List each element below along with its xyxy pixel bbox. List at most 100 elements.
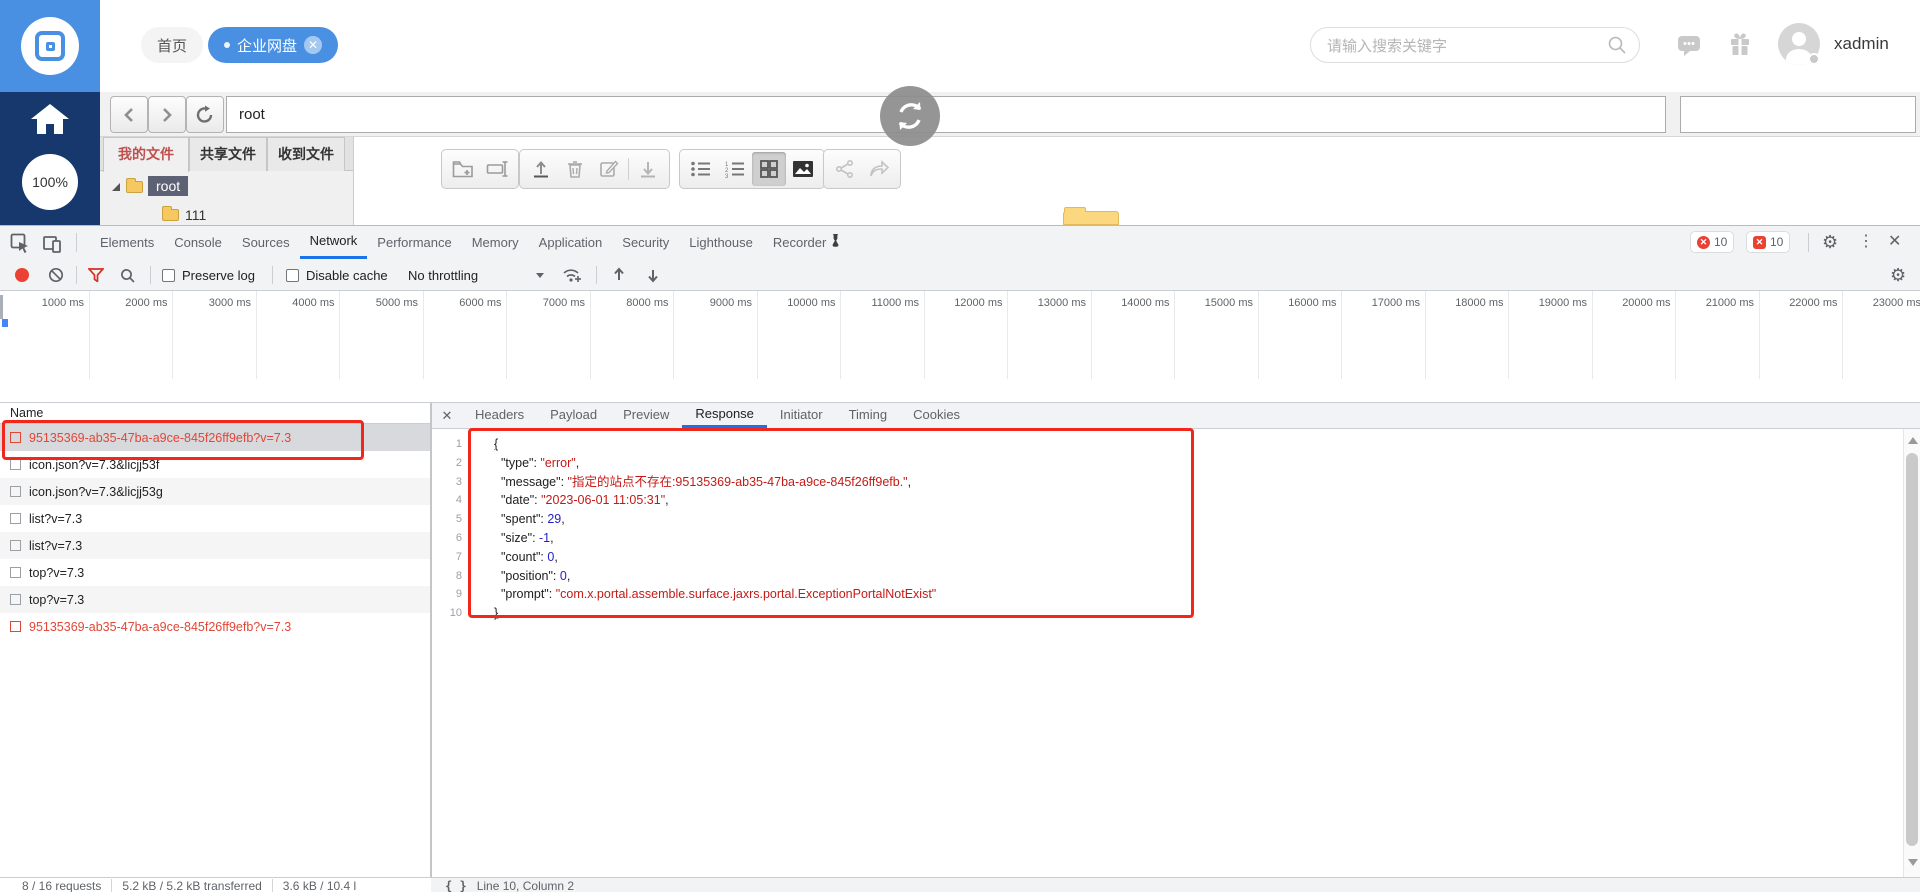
grid-view-button[interactable] [752,152,786,186]
response-tab-payload[interactable]: Payload [537,403,610,428]
inspect-element-icon[interactable] [10,233,30,253]
line-number: 2 [455,456,462,469]
tab-my-files[interactable]: 我的文件 [103,137,189,172]
response-tab-initiator[interactable]: Initiator [767,403,836,428]
devtools-tab-network[interactable]: Network [299,226,368,259]
tab-enterprise-disk[interactable]: 企业网盘 ✕ [208,27,339,63]
column-header-name[interactable]: Name [0,403,430,424]
checkbox-icon [162,268,175,282]
username[interactable]: xadmin [1834,34,1889,54]
edit-button[interactable] [592,152,626,186]
toolbar-group-views: 123 [679,149,825,189]
tab-home[interactable]: 首页 [141,27,204,63]
logo-icon [21,17,79,75]
tree-item-111[interactable]: 111 [185,207,206,223]
response-tab-headers[interactable]: Headers [462,403,537,428]
tab-shared-files[interactable]: 共享文件 [189,137,267,171]
network-toolbar: Preserve log Disable cache No throttling… [0,259,1920,291]
detail-view-button[interactable]: 123 [718,152,752,186]
console-errors-badge[interactable]: ✕ 10 [1690,231,1735,253]
devtools-tab-sources[interactable]: Sources [232,226,300,259]
search-icon[interactable] [1607,35,1627,55]
devtools-tab-performance[interactable]: Performance [367,226,461,259]
response-code-area[interactable]: 1{2 "type": "error", 3 "message": "指定的站点不… [432,429,1902,877]
filter-button[interactable] [88,259,104,291]
network-conditions-button[interactable] [562,259,582,291]
rename-button[interactable] [480,152,514,186]
forward-button[interactable] [148,96,186,133]
timeline-gridline [1090,291,1092,379]
request-row[interactable]: top?v=7.3 [0,559,430,586]
request-row[interactable]: 95135369-ab35-47ba-a9ce-845f26ff9efb?v=7… [0,613,430,640]
request-row[interactable]: list?v=7.3 [0,505,430,532]
response-tabs: Headers Payload Preview Response Initiator Ti… [462,403,973,428]
request-row[interactable]: icon.json?v=7.3&licjj53f [0,451,430,478]
response-tab-response[interactable]: Response [682,403,767,428]
export-har-button[interactable] [646,259,660,291]
new-folder-button[interactable] [446,152,480,186]
list-view-button[interactable] [684,152,718,186]
request-row[interactable]: list?v=7.3 [0,532,430,559]
request-doc-icon [10,486,21,497]
timeline-gridline [88,291,90,379]
refresh-button[interactable] [186,96,224,133]
delete-button[interactable] [558,152,592,186]
upload-button[interactable] [524,152,558,186]
secondary-input[interactable] [1680,96,1916,133]
tree-expander-icon[interactable] [112,183,120,191]
forward-share-button[interactable] [862,152,896,186]
address-input[interactable]: root [226,96,1666,133]
network-timeline[interactable]: 1000 ms 2000 ms 3000 ms 4000 ms 5000 ms 6000 … [0,291,1920,403]
home-icon[interactable] [24,104,76,134]
messages-icon[interactable] [1676,33,1702,57]
close-devtools-icon[interactable]: ✕ [1888,231,1901,253]
download-button[interactable] [631,152,665,186]
throttling-caret[interactable] [536,259,544,291]
settings-gear-icon[interactable]: ⚙ [1822,231,1838,253]
gift-icon[interactable] [1728,31,1752,57]
back-button[interactable] [110,96,148,133]
device-toolbar-icon[interactable] [42,233,62,253]
request-row[interactable]: 95135369-ab35-47ba-a9ce-845f26ff9efb?v=7… [0,424,430,451]
timeline-gridline [840,291,841,379]
tree-item-root[interactable]: root [148,176,189,196]
search-network-button[interactable] [120,259,135,291]
zoom-level-button[interactable]: 100% [22,154,78,210]
app-logo[interactable] [0,0,100,92]
folder-item-partial[interactable] [1063,207,1119,225]
timeline-edge [0,295,3,319]
devtools-tab-recorder[interactable]: Recorder [763,226,851,259]
import-har-button[interactable] [612,259,626,291]
response-tab-timing[interactable]: Timing [836,403,901,428]
timeline-tick-label: 18000 ms [1455,297,1504,309]
thumbnail-view-button[interactable] [786,152,820,186]
close-tab-icon[interactable]: ✕ [304,36,323,54]
clear-button[interactable] [48,259,64,291]
devtools-tab-memory[interactable]: Memory [462,226,529,259]
more-options-icon[interactable]: ⋮ [1858,231,1874,253]
devtools-tab-security[interactable]: Security [612,226,679,259]
response-tab-preview[interactable]: Preview [610,403,682,428]
close-response-icon[interactable]: ✕ [432,403,462,428]
scroll-up-icon[interactable] [1908,437,1918,444]
request-row[interactable]: top?v=7.3 [0,586,430,613]
request-doc-icon [10,459,21,470]
scrollbar-thumb[interactable] [1906,453,1918,846]
network-settings-gear-icon[interactable]: ⚙ [1890,264,1906,286]
devtools-tab-elements[interactable]: Elements [90,226,164,259]
preserve-log-checkbox[interactable]: Preserve log [162,259,255,291]
response-tab-cookies[interactable]: Cookies [900,403,973,428]
disable-cache-checkbox[interactable]: Disable cache [286,259,388,291]
devtools-tab-application[interactable]: Application [529,226,613,259]
devtools-tab-lighthouse[interactable]: Lighthouse [679,226,763,259]
tab-received-files[interactable]: 收到文件 [267,137,345,171]
issues-badge[interactable]: ✕ 10 [1746,231,1791,253]
response-scrollbar[interactable] [1903,429,1920,877]
record-button[interactable] [15,259,29,291]
throttling-select[interactable]: No throttling [408,259,478,291]
request-row[interactable]: icon.json?v=7.3&licjj53g [0,478,430,505]
scroll-down-icon[interactable] [1908,859,1918,866]
global-search-input[interactable]: 请输入搜索关键字 [1310,27,1640,63]
share-button[interactable] [828,152,862,186]
devtools-tab-console[interactable]: Console [164,226,232,259]
